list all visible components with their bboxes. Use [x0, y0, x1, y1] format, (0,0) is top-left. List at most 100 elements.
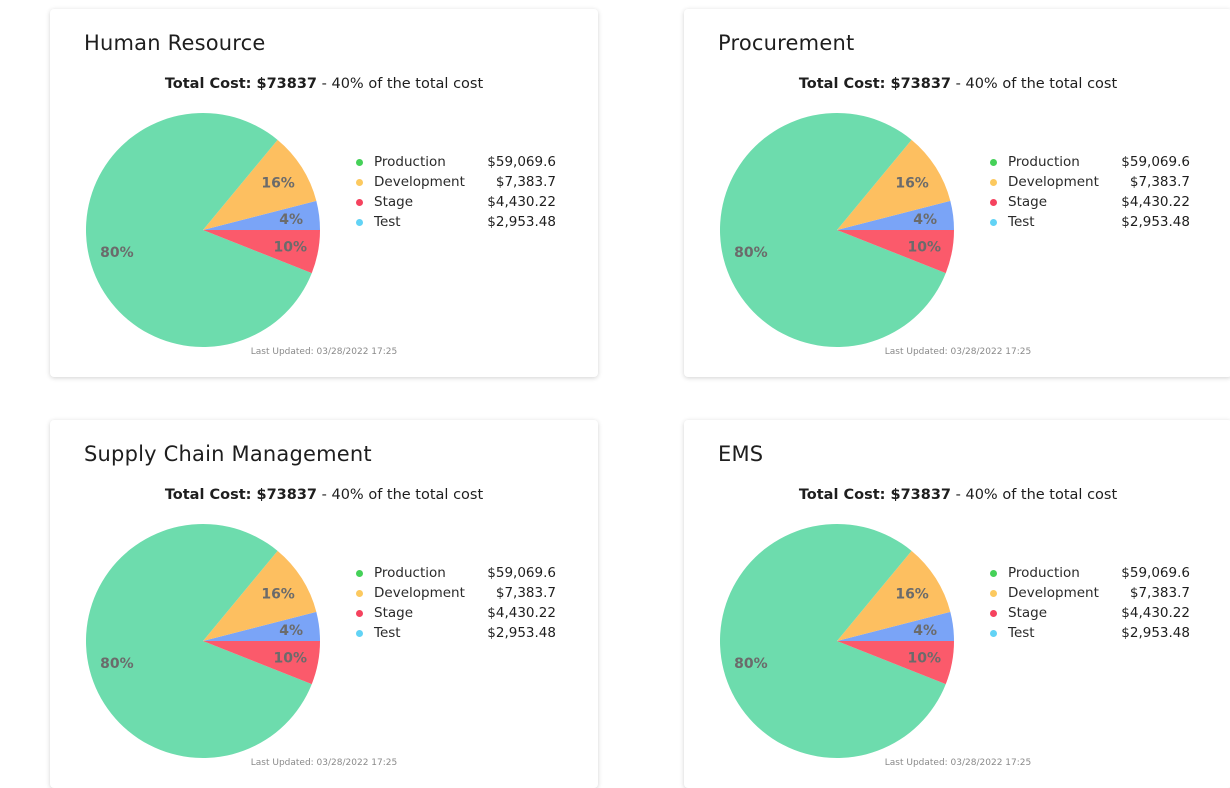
- legend-dot-development: [356, 178, 363, 186]
- legend-item-development[interactable]: Development $7,383.7: [990, 583, 1190, 603]
- legend-value: $4,430.22: [1121, 194, 1190, 210]
- pie-slice-label-production: 80%: [100, 656, 134, 672]
- legend-item-production[interactable]: Production $59,069.6: [990, 152, 1190, 172]
- pie-slice-label-test: 4%: [279, 623, 303, 639]
- total-cost-share: - 40% of the total cost: [951, 487, 1118, 503]
- card-title: EMS: [718, 442, 764, 466]
- pie-slice-label-stage: 10%: [908, 240, 942, 256]
- total-cost-label: Total Cost: $73837: [798, 487, 952, 503]
- legend-dot-stage: [990, 609, 997, 617]
- legend-value: $59,069.6: [1121, 565, 1190, 581]
- legend-value: $2,953.48: [1121, 625, 1190, 641]
- pie-slice-label-development: 16%: [261, 586, 295, 602]
- pie-chart: 4% 16% 80% 10%: [85, 112, 320, 347]
- chart-legend: Production $59,069.6 Development $7,383.…: [990, 563, 1190, 643]
- legend-label: Test: [374, 214, 401, 230]
- chart-legend: Production $59,069.6 Development $7,383.…: [356, 563, 556, 643]
- legend-item-development[interactable]: Development $7,383.7: [356, 172, 556, 192]
- pie-slice-label-development: 16%: [895, 175, 929, 191]
- legend-dot-stage: [990, 198, 997, 206]
- legend-dot-test: [990, 218, 997, 226]
- cost-card-human-resource: Human Resource Total Cost: $73837 - 40% …: [50, 9, 598, 377]
- cost-card-procurement: Procurement Total Cost: $73837 - 40% of …: [684, 9, 1230, 377]
- last-updated: Last Updated: 03/28/2022 17:25: [250, 758, 398, 768]
- legend-value: $2,953.48: [487, 214, 556, 230]
- legend-label: Development: [374, 585, 465, 601]
- legend-item-test[interactable]: Test $2,953.48: [356, 212, 556, 232]
- legend-value: $4,430.22: [487, 605, 556, 621]
- total-cost-label: Total Cost: $73837: [798, 76, 952, 92]
- legend-item-production[interactable]: Production $59,069.6: [990, 563, 1190, 583]
- cost-card-supply-chain-management: Supply Chain Management Total Cost: $738…: [50, 420, 598, 788]
- legend-dot-production: [356, 569, 363, 577]
- legend-dot-test: [356, 629, 363, 637]
- legend-value: $7,383.7: [495, 174, 556, 190]
- legend-value: $2,953.48: [1121, 214, 1190, 230]
- legend-item-stage[interactable]: Stage $4,430.22: [356, 192, 556, 212]
- total-cost-share: - 40% of the total cost: [317, 487, 484, 503]
- pie-slice-label-production: 80%: [100, 245, 134, 261]
- total-cost-line: Total Cost: $73837 - 40% of the total co…: [684, 487, 1230, 503]
- legend-dot-production: [990, 158, 997, 166]
- legend-item-stage[interactable]: Stage $4,430.22: [356, 603, 556, 623]
- legend-item-test[interactable]: Test $2,953.48: [990, 623, 1190, 643]
- legend-value: $7,383.7: [495, 585, 556, 601]
- legend-item-test[interactable]: Test $2,953.48: [990, 212, 1190, 232]
- legend-label: Development: [1008, 585, 1099, 601]
- pie-slice-label-production: 80%: [734, 245, 768, 261]
- legend-dot-development: [990, 178, 997, 186]
- legend-dot-production: [356, 158, 363, 166]
- legend-value: $59,069.6: [487, 565, 556, 581]
- card-title: Human Resource: [84, 31, 266, 55]
- legend-label: Test: [1008, 214, 1035, 230]
- pie-slice-label-development: 16%: [261, 175, 295, 191]
- legend-label: Stage: [1008, 605, 1048, 621]
- chart-legend: Production $59,069.6 Development $7,383.…: [356, 152, 556, 232]
- legend-item-stage[interactable]: Stage $4,430.22: [990, 603, 1190, 623]
- pie-slice-label-test: 4%: [913, 623, 937, 639]
- legend-item-development[interactable]: Development $7,383.7: [990, 172, 1190, 192]
- pie-chart: 4% 16% 80% 10%: [719, 112, 954, 347]
- legend-label: Production: [1008, 565, 1080, 581]
- legend-item-production[interactable]: Production $59,069.6: [356, 563, 556, 583]
- pie-chart: 4% 16% 80% 10%: [85, 523, 320, 758]
- legend-value: $59,069.6: [1121, 154, 1190, 170]
- legend-label: Development: [1008, 174, 1099, 190]
- legend-item-production[interactable]: Production $59,069.6: [356, 152, 556, 172]
- legend-item-stage[interactable]: Stage $4,430.22: [990, 192, 1190, 212]
- legend-item-test[interactable]: Test $2,953.48: [356, 623, 556, 643]
- legend-dot-test: [990, 629, 997, 637]
- legend-label: Stage: [374, 605, 414, 621]
- total-cost-line: Total Cost: $73837 - 40% of the total co…: [50, 487, 598, 503]
- pie-slice-label-production: 80%: [734, 656, 768, 672]
- last-updated: Last Updated: 03/28/2022 17:25: [884, 347, 1032, 357]
- legend-dot-stage: [356, 198, 363, 206]
- legend-label: Production: [374, 565, 446, 581]
- legend-label: Development: [374, 174, 465, 190]
- pie-slice-label-stage: 10%: [274, 651, 308, 667]
- legend-dot-stage: [356, 609, 363, 617]
- legend-dot-production: [990, 569, 997, 577]
- legend-value: $4,430.22: [487, 194, 556, 210]
- legend-value: $2,953.48: [487, 625, 556, 641]
- cost-card-ems: EMS Total Cost: $73837 - 40% of the tota…: [684, 420, 1230, 788]
- legend-dot-development: [356, 589, 363, 597]
- legend-label: Production: [374, 154, 446, 170]
- total-cost-share: - 40% of the total cost: [317, 76, 484, 92]
- chart-legend: Production $59,069.6 Development $7,383.…: [990, 152, 1190, 232]
- legend-label: Stage: [1008, 194, 1048, 210]
- card-title: Supply Chain Management: [84, 442, 372, 466]
- total-cost-line: Total Cost: $73837 - 40% of the total co…: [50, 76, 598, 92]
- pie-slice-label-test: 4%: [279, 212, 303, 228]
- total-cost-line: Total Cost: $73837 - 40% of the total co…: [684, 76, 1230, 92]
- legend-value: $7,383.7: [1129, 585, 1190, 601]
- legend-item-development[interactable]: Development $7,383.7: [356, 583, 556, 603]
- legend-value: $7,383.7: [1129, 174, 1190, 190]
- legend-value: $59,069.6: [487, 154, 556, 170]
- legend-label: Production: [1008, 154, 1080, 170]
- legend-label: Stage: [374, 194, 414, 210]
- last-updated: Last Updated: 03/28/2022 17:25: [884, 758, 1032, 768]
- legend-label: Test: [1008, 625, 1035, 641]
- legend-dot-development: [990, 589, 997, 597]
- card-title: Procurement: [718, 31, 855, 55]
